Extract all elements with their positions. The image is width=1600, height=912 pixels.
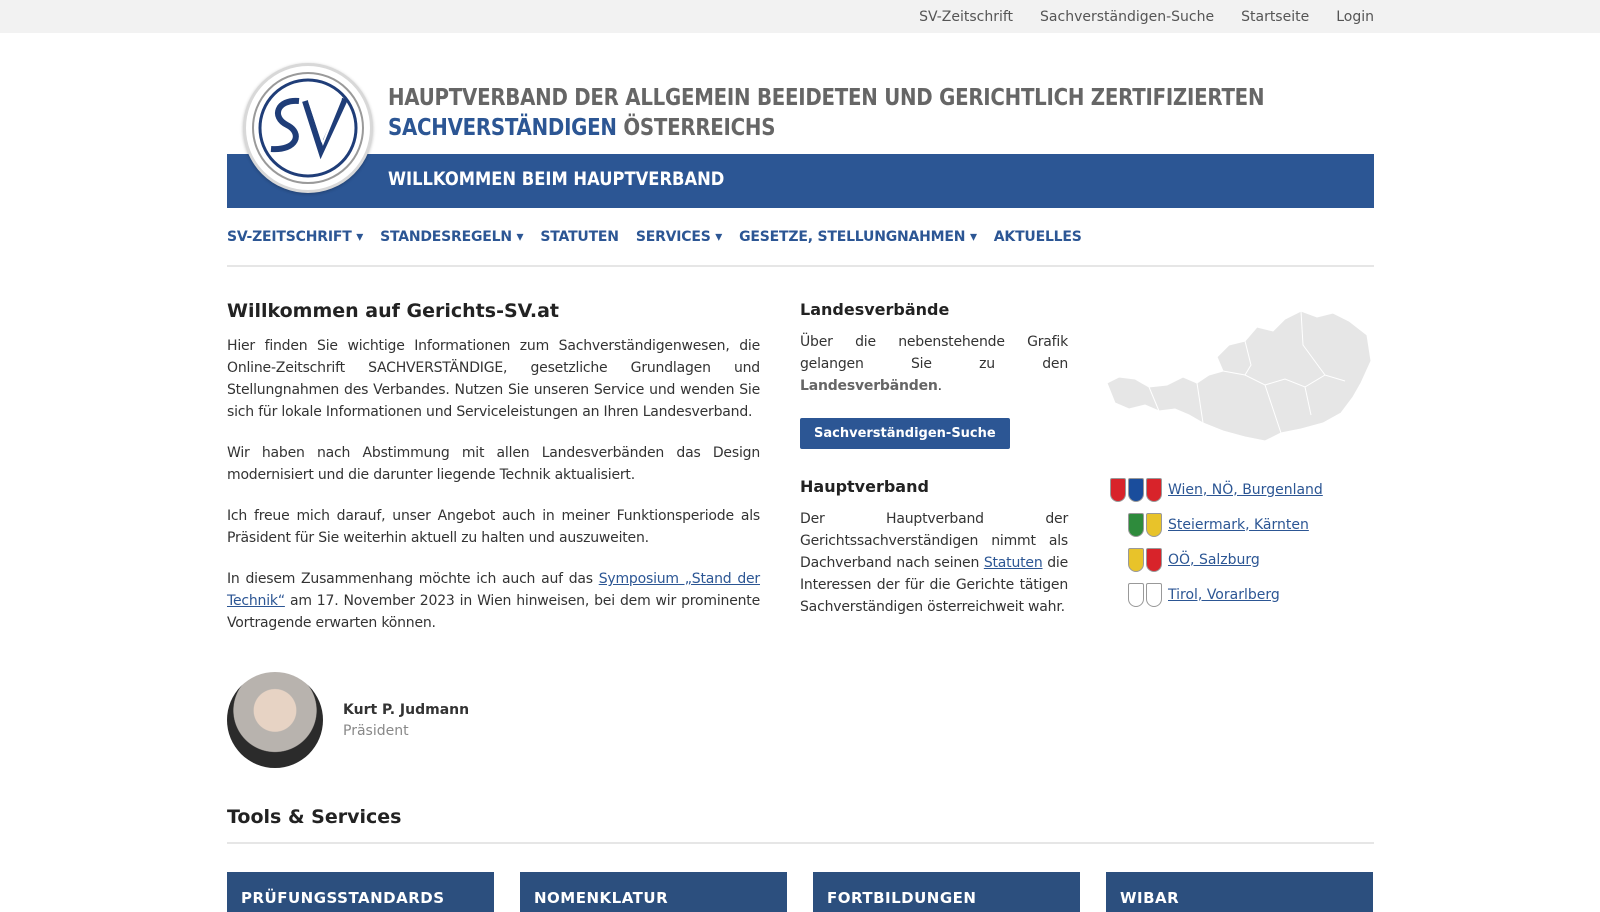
president-card: Kurt P. Judmann Präsident xyxy=(227,672,469,768)
crest-icon xyxy=(1128,547,1144,572)
crest-group xyxy=(1106,477,1162,502)
tools-heading: Tools & Services xyxy=(227,806,402,828)
nav-item-aktuelles[interactable]: AKTUELLES xyxy=(994,229,1082,245)
crest-icon xyxy=(1146,512,1162,537)
welcome-paragraph-3: Ich freue mich darauf, unser Angebot auc… xyxy=(227,508,760,546)
p4-text-before: In diesem Zusammenhang möchte ich auch a… xyxy=(227,571,599,587)
president-name: Kurt P. Judmann xyxy=(343,701,470,718)
site-title-line2: SACHVERSTÄNDIGEN ÖSTERREICHS xyxy=(388,113,1264,143)
banner-text: WILLKOMMEN BEIM HAUPTVERBAND xyxy=(388,168,725,190)
state-link-tirol-vorarlberg[interactable]: Tirol, Vorarlberg xyxy=(1168,587,1280,603)
state-link-ooe-salzburg[interactable]: OÖ, Salzburg xyxy=(1168,552,1260,568)
hauptverband-heading: Hauptverband xyxy=(800,477,929,496)
crest-icon xyxy=(1146,582,1162,607)
tools-cards: PRÜFUNGSSTANDARDS NOMENKLATUR FORTBILDUN… xyxy=(227,872,1373,912)
landesverbaende-list: Wien, NÖ, Burgenland Steiermark, Kärnten… xyxy=(1106,472,1323,612)
state-row-steiermark: Steiermark, Kärnten xyxy=(1106,507,1323,542)
topbar-link-sv-zeitschrift[interactable]: SV-Zeitschrift xyxy=(919,9,1013,25)
crest-icon xyxy=(1128,582,1144,607)
tool-card-nomenklatur[interactable]: NOMENKLATUR xyxy=(520,872,787,912)
crest-icon xyxy=(1146,477,1162,502)
nav-item-statuten[interactable]: STATUTEN xyxy=(540,229,619,245)
site-header: WILLKOMMEN BEIM HAUPTVERBAND HAUPTVERBAN… xyxy=(227,33,1374,208)
site-title-highlight: SACHVERSTÄNDIGEN xyxy=(388,115,617,141)
lv-text-before: Über die nebenstehende Grafik gelangen S… xyxy=(800,334,1068,372)
president-role: Präsident xyxy=(343,722,409,739)
state-row-wien: Wien, NÖ, Burgenland xyxy=(1106,472,1323,507)
tool-card-pruefungsstandards[interactable]: PRÜFUNGSSTANDARDS xyxy=(227,872,494,912)
welcome-section: Willkommen auf Gerichts-SV.at Hier finde… xyxy=(227,300,760,634)
nav-item-services[interactable]: SERVICES ▾ xyxy=(636,229,722,245)
state-row-ooe: OÖ, Salzburg xyxy=(1106,542,1323,577)
tool-card-fortbildungen[interactable]: FORTBILDUNGEN xyxy=(813,872,1080,912)
state-link-wien-noe-burgenland[interactable]: Wien, NÖ, Burgenland xyxy=(1168,482,1323,498)
tool-card-wibar[interactable]: WIBAR xyxy=(1106,872,1373,912)
welcome-paragraph-1: Hier finden Sie wichtige Informationen z… xyxy=(227,338,760,420)
main-nav: SV-ZEITSCHRIFT ▾ STANDESREGELN ▾ STATUTE… xyxy=(227,208,1374,267)
sachverstaendigen-suche-button[interactable]: Sachverständigen-Suche xyxy=(800,418,1010,449)
statuten-link[interactable]: Statuten xyxy=(984,555,1043,571)
welcome-banner: WILLKOMMEN BEIM HAUPTVERBAND xyxy=(227,154,1374,208)
landesverbaende-text: Über die nebenstehende Grafik gelangen S… xyxy=(800,331,1068,397)
nav-item-standesregeln[interactable]: STANDESREGELN ▾ xyxy=(380,229,524,245)
crest-icon xyxy=(1146,547,1162,572)
president-avatar xyxy=(227,672,323,768)
crest-group xyxy=(1106,547,1162,572)
crest-icon xyxy=(1128,512,1144,537)
topbar-link-startseite[interactable]: Startseite xyxy=(1241,9,1309,25)
crest-icon xyxy=(1128,477,1144,502)
site-title: HAUPTVERBAND DER ALLGEMEIN BEEIDETEN UND… xyxy=(388,83,1265,143)
top-bar: SV-Zeitschrift Sachverständigen-Suche St… xyxy=(0,0,1600,33)
welcome-heading: Willkommen auf Gerichts-SV.at xyxy=(227,300,560,322)
site-title-line1: HAUPTVERBAND DER ALLGEMEIN BEEIDETEN UND… xyxy=(388,85,1265,111)
crest-group xyxy=(1106,582,1162,607)
lv-text-after: . xyxy=(937,378,942,394)
site-logo[interactable] xyxy=(243,63,373,193)
state-row-tirol: Tirol, Vorarlberg xyxy=(1106,577,1323,612)
crest-icon xyxy=(1110,477,1126,502)
p4-text-after: am 17. November 2023 in Wien hinweisen, … xyxy=(227,593,760,631)
lv-text-bold: Landesverbänden xyxy=(800,378,938,394)
nav-item-sv-zeitschrift[interactable]: SV-ZEITSCHRIFT ▾ xyxy=(227,229,363,245)
welcome-paragraph-2: Wir haben nach Abstimmung mit allen Land… xyxy=(227,445,760,483)
austria-map[interactable] xyxy=(1105,305,1373,445)
nav-item-gesetze-stellungnahmen[interactable]: GESETZE, STELLUNGNAHMEN ▾ xyxy=(739,229,977,245)
landesverbaende-section: Landesverbände Über die nebenstehende Gr… xyxy=(800,300,1068,618)
hauptverband-text: Der Hauptverband der Gerichtssachverstän… xyxy=(800,508,1068,618)
topbar-link-login[interactable]: Login xyxy=(1336,9,1374,25)
site-title-rest: ÖSTERREICHS xyxy=(616,115,776,141)
sv-logo-icon xyxy=(252,72,364,184)
tools-section: Tools & Services xyxy=(227,806,1374,844)
topbar-link-sachverstaendigen-suche[interactable]: Sachverständigen-Suche xyxy=(1040,9,1214,25)
welcome-paragraph-4: In diesem Zusammenhang möchte ich auch a… xyxy=(227,568,760,634)
state-link-steiermark-kaernten[interactable]: Steiermark, Kärnten xyxy=(1168,517,1309,533)
crest-group xyxy=(1106,512,1162,537)
landesverbaende-heading: Landesverbände xyxy=(800,300,950,319)
